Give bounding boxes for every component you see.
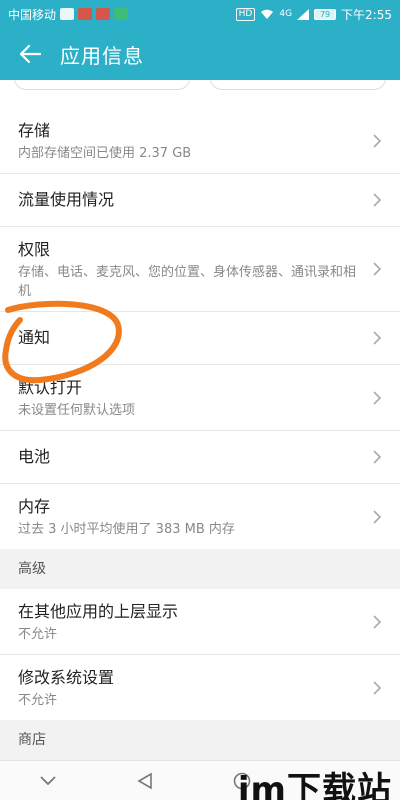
row-battery[interactable]: 电池 [0,431,400,484]
row-subtitle: 过去 3 小时平均使用了 383 MB 内存 [18,522,235,537]
action-button-right[interactable] [210,80,386,90]
arrow-left-icon [19,44,41,64]
row-title: 权限 [18,240,51,259]
carrier-label: 中国移动 [8,7,57,22]
chevron-right-icon [373,133,382,148]
chevron-right-icon [373,450,382,464]
row-subtitle: 存储、电话、麦克风、您的位置、身体传感器、通讯录和相机 [18,265,357,299]
row-memory[interactable]: 内存 过去 3 小时平均使用了 383 MB 内存 [0,484,400,549]
status-bar: 中国移动 HD 4G 79 下午2:55 [0,0,400,28]
battery-icon: 79 [314,8,337,20]
settings-list[interactable]: 存储 内部存储空间已使用 2.37 GB 流量使用情况 权限 存储、电话、麦克风… [0,80,400,760]
row-title: 存储 [18,121,51,140]
app-bar: 应用信息 [0,28,400,80]
video-notification-icon [114,8,129,20]
chevron-right-icon [373,331,382,345]
row-storage[interactable]: 存储 内部存储空间已使用 2.37 GB [0,108,400,174]
back-button[interactable] [0,28,60,80]
chevron-right-icon [373,193,382,207]
clock: 下午2:55 [341,7,392,22]
chevron-right-icon [373,614,382,629]
nav-collapse-button[interactable] [33,766,63,796]
section-header-advanced: 高级 [0,549,400,589]
row-title: 内存 [18,497,51,516]
action-buttons-remnant [0,80,400,108]
row-modify-system-settings[interactable]: 修改系统设置 不允许 [0,655,400,720]
row-permissions[interactable]: 权限 存储、电话、麦克风、您的位置、身体传感器、通讯录和相机 [0,227,400,312]
chevron-right-icon [373,509,382,524]
triangle-back-icon [137,772,152,789]
chevron-right-icon [373,390,382,405]
watermark: im下载站 [237,770,392,800]
status-left: 中国移动 [8,6,129,23]
nav-back-button[interactable] [130,766,160,796]
row-title: 电池 [18,447,51,466]
row-subtitle: 内部存储空间已使用 2.37 GB [18,146,192,161]
row-subtitle: 不允许 [18,693,58,708]
notification-icon [60,8,75,20]
row-subtitle: 未设置任何默认选项 [18,403,136,418]
row-title: 在其他应用的上层显示 [18,602,179,621]
network-label: 4G [279,9,293,19]
row-data-usage[interactable]: 流量使用情况 [0,174,400,227]
status-right: HD 4G 79 下午2:55 [235,6,392,23]
row-title: 流量使用情况 [18,190,115,209]
chevron-right-icon [373,680,382,695]
news-notification-icon [96,8,111,20]
wifi-icon [261,9,274,19]
row-title: 修改系统设置 [18,668,115,687]
chevron-down-icon [40,775,56,785]
app-notification-icon [78,8,93,20]
hd-icon: HD [235,7,256,21]
action-button-left[interactable] [14,80,190,90]
signal-icon [297,8,310,20]
row-title: 默认打开 [18,378,83,397]
row-draw-over-apps[interactable]: 在其他应用的上层显示 不允许 [0,589,400,655]
chevron-right-icon [373,262,382,276]
section-header-store: 商店 [0,720,400,760]
row-notifications[interactable]: 通知 [0,312,400,365]
page-title: 应用信息 [60,43,144,68]
row-subtitle: 不允许 [18,627,58,642]
row-open-by-default[interactable]: 默认打开 未设置任何默认选项 [0,365,400,431]
row-title: 通知 [18,328,51,347]
